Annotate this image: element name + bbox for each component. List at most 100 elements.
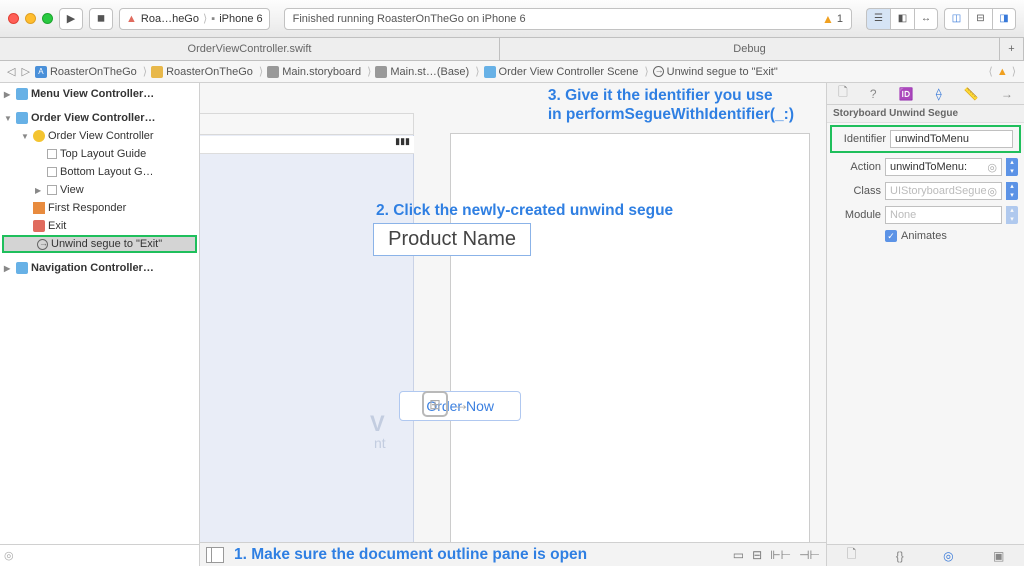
scene-menu-vc[interactable]: ▶Menu View Controller… [0,85,199,103]
module-row: Module None ▴▾ [827,203,1024,227]
tree-view[interactable]: ▶View [0,181,199,199]
identifier-row: Identifier unwindToMenu [830,125,1021,153]
filter-icon[interactable]: ◎ [4,549,14,562]
annotation-2: 2. Click the newly-created unwind segue [376,201,673,220]
toggle-outline-button[interactable] [206,547,224,563]
product-name-label[interactable]: Product Name [373,223,531,256]
scene-icon [484,66,496,78]
animates-checkbox[interactable]: ✓ [885,230,897,242]
attributes-tab[interactable]: ⟠ [936,87,942,101]
bg-letter-nt: nt [374,435,386,451]
media-library-tab[interactable]: ▣ [993,549,1004,563]
object-library-tab[interactable]: ◎ [943,549,953,563]
warning-count: 1 [837,13,843,25]
segue-connector-icon[interactable]: ⊞ [422,391,448,417]
device-frame[interactable] [450,133,810,542]
editor-tabs: OrderViewController.swift Debug + [0,38,1024,61]
run-button[interactable]: ▶ [59,8,83,30]
module-label: Module [833,209,881,221]
tree-first-responder[interactable]: First Responder [0,199,199,217]
assistant-editor-button[interactable]: ◧ [890,8,914,30]
animates-row: ✓ Animates [827,227,1024,245]
class-row: Class UIStoryboardSegue◎ ▴▾ [827,179,1024,203]
warning-badge[interactable]: ▲ 1 [822,12,843,26]
class-field[interactable]: UIStoryboardSegue◎ [885,182,1002,200]
tree-bottom-guide[interactable]: Bottom Layout G… [0,163,199,181]
file-template-library-tab[interactable]: 🗋 [847,545,857,566]
editor-mode-group[interactable]: ☰ ◧ ↔ [866,8,938,30]
jump-storyboard[interactable]: Main.storyboard [265,65,373,78]
previous-scene-statusbar: ▮▮▮ [200,136,414,154]
tab-file[interactable]: OrderViewController.swift [0,38,500,60]
tree-exit[interactable]: Exit [0,217,199,235]
toggle-utilities-button[interactable]: ◨ [992,8,1016,30]
class-label: Class [833,185,881,197]
identifier-label: Identifier [838,133,886,145]
view-icon [47,185,57,195]
tree-top-guide[interactable]: Top Layout Guide [0,145,199,163]
standard-editor-button[interactable]: ☰ [866,8,890,30]
segue-icon [653,66,664,77]
resize-button[interactable]: ⊣⊢ [799,548,820,562]
tree-unwind-segue[interactable]: Unwind segue to "Exit" [2,235,197,253]
minimize-icon[interactable] [25,13,36,24]
action-row: Action unwindToMenu:◎ ▴▾ [827,155,1024,179]
code-snippet-library-tab[interactable]: {} [896,549,904,563]
toggle-debug-button[interactable]: ⊟ [968,8,992,30]
exit-icon [33,220,45,232]
identifier-field[interactable]: unwindToMenu [890,130,1013,148]
align-button[interactable]: ▭ [733,548,744,562]
jump-nav-right[interactable]: ⟩ [1008,65,1020,78]
add-tab-button[interactable]: + [1000,38,1024,60]
zoom-icon[interactable] [42,13,53,24]
module-field[interactable]: None [885,206,1002,224]
action-field[interactable]: unwindToMenu:◎ [885,158,1002,176]
file-inspector-tab[interactable]: 🗋 [838,83,848,104]
jump-scene[interactable]: Order View Controller Scene [482,65,651,78]
close-icon[interactable] [8,13,19,24]
jump-forward-button[interactable]: ▷ [18,65,32,78]
canvas-layout-buttons: ▭ ⊟ ⊩⊢ ⊣⊢ [733,548,820,562]
warning-icon[interactable]: ▲ [997,66,1008,78]
animates-label: Animates [901,230,947,242]
action-label: Action [833,161,881,173]
version-editor-button[interactable]: ↔ [914,8,938,30]
main-toolbar: ▶ ◼ ▲ Roa…heGo ⟩ ▪ iPhone 6 Finished run… [0,0,1024,38]
activity-status: Finished running RoasterOnTheGo on iPhon… [284,8,852,30]
jump-back-button[interactable]: ◁ [4,65,18,78]
scene-icon [16,262,28,274]
toggle-navigator-button[interactable]: ◫ [944,8,968,30]
segue-icon [37,239,48,250]
tab-debug[interactable]: Debug [500,38,1000,60]
previous-scene-slice [200,113,414,542]
connections-tab[interactable]: → [1001,87,1013,101]
class-stepper[interactable]: ▴▾ [1006,182,1018,200]
tree-vc[interactable]: ▼Order View Controller [0,127,199,145]
scheme-selector[interactable]: ▲ Roa…heGo ⟩ ▪ iPhone 6 [119,8,270,30]
resolve-button[interactable]: ⊩⊢ [770,548,791,562]
jump-nav-left[interactable]: ⟨ [985,65,997,78]
jump-storyboard-base[interactable]: Main.st…(Base) [373,65,481,78]
scene-order-vc[interactable]: ▼Order View Controller… [0,109,199,127]
quickhelp-tab[interactable]: ? [870,87,877,101]
controller-icon [33,130,45,142]
annotation-1: 1. Make sure the document outline pane i… [234,545,587,564]
pin-button[interactable]: ⊟ [752,548,762,562]
jump-segue[interactable]: Unwind segue to "Exit" [651,66,786,78]
action-stepper[interactable]: ▴▾ [1006,158,1018,176]
folder-icon [151,66,163,78]
guide-icon [47,149,57,159]
module-stepper[interactable]: ▴▾ [1006,206,1018,224]
identity-tab[interactable]: 🆔 [899,87,914,101]
responder-icon [33,202,45,214]
scheme-device-label: iPhone 6 [219,13,262,25]
size-tab[interactable]: 📏 [964,87,979,101]
scene-nav-controller[interactable]: ▶Navigation Controller… [0,259,199,277]
stop-button[interactable]: ◼ [89,8,113,30]
jump-folder[interactable]: RoasterOnTheGo [149,65,265,78]
pane-toggle-group[interactable]: ◫ ⊟ ◨ [944,8,1016,30]
jump-bar: ◁ ▷ ARoasterOnTheGo RoasterOnTheGo Main.… [0,61,1024,83]
window-controls[interactable] [8,13,53,24]
bg-letter: V [370,411,385,437]
jump-project[interactable]: ARoasterOnTheGo [33,65,149,78]
